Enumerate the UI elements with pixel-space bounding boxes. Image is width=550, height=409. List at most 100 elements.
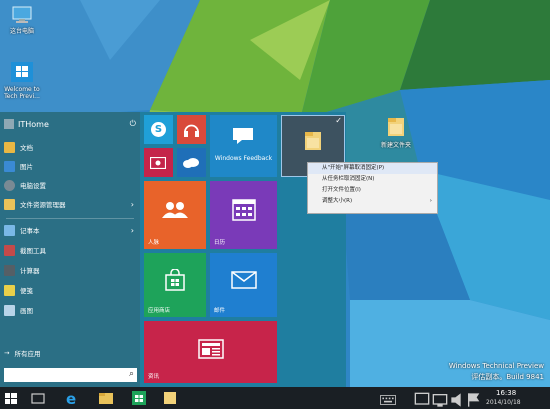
context-menu: 从"开始"屏幕取消固定(P) 从任务栏取消固定(N) 打开文件位置(I) 调整大…	[307, 162, 438, 214]
shopping-bag-icon	[165, 269, 185, 291]
pictures-icon	[4, 160, 15, 172]
watermark-build: 评估副本。Build 9841	[471, 373, 544, 381]
paint-icon	[4, 304, 15, 316]
tile-label: 邮件	[214, 308, 226, 314]
tile-label: 应用商店	[148, 308, 171, 314]
menu-item-resize[interactable]: 调整大小(R) ›	[308, 196, 437, 207]
tile-label: 日历	[214, 240, 226, 246]
start-item-label: 文件资源管理器	[20, 201, 66, 209]
folder-icon	[4, 198, 15, 210]
start-item-file-explorer[interactable]: 文件资源管理器 ›	[4, 196, 138, 212]
menu-item-open-file-location[interactable]: 打开文件位置(I)	[308, 185, 437, 196]
all-apps-button[interactable]: → 所有应用	[4, 348, 40, 358]
search-icon[interactable]: ⌕	[129, 369, 134, 379]
start-item-label: 便笺	[20, 287, 33, 295]
volume-icon[interactable]	[450, 392, 466, 408]
start-item-label: 图片	[20, 163, 33, 171]
keyboard-icon[interactable]	[380, 392, 396, 408]
news-icon	[198, 339, 224, 359]
desktop-icon-label: 新建文件夹	[380, 142, 411, 149]
tile-label: 人脉	[148, 240, 160, 246]
menu-item-unpin-start[interactable]: 从"开始"屏幕取消固定(P)	[308, 163, 437, 174]
notepad-icon	[4, 224, 15, 236]
task-view-icon[interactable]	[30, 390, 46, 406]
tile-windows-feedback[interactable]: Windows Feedback	[210, 115, 277, 177]
chevron-right-icon[interactable]: ›	[131, 226, 134, 235]
tile-label: Windows Feedback	[214, 155, 273, 162]
start-item-snipping-tool[interactable]: 截图工具	[4, 242, 138, 258]
svg-text:e: e	[66, 390, 76, 406]
desktop-icon-this-pc[interactable]: 这台电脑	[0, 6, 44, 35]
start-menu-left-pane: ITHome ⏻ 文档 图片 电脑设置 文件资源管理器 › 记事本 › 截图工具…	[0, 112, 140, 387]
start-item-pc-settings[interactable]: 电脑设置	[4, 177, 138, 193]
headphones-icon	[184, 124, 199, 137]
tile-mail[interactable]: 邮件	[210, 253, 277, 317]
clock-time[interactable]: 16:38	[496, 389, 516, 397]
tile-onedrive[interactable]	[177, 148, 206, 177]
start-item-calculator[interactable]: 计算器	[4, 262, 138, 278]
pinned-folder-icon[interactable]	[162, 390, 178, 406]
store-icon[interactable]	[131, 390, 147, 406]
tile-news[interactable]: 资讯	[144, 321, 277, 383]
flag-icon[interactable]	[466, 392, 482, 408]
start-item-notepad[interactable]: 记事本 ›	[4, 222, 138, 238]
video-icon	[150, 157, 166, 169]
network-icon[interactable]	[432, 392, 448, 408]
start-item-paint[interactable]: 画图	[4, 302, 138, 318]
clock-date[interactable]: 2014/10/18	[486, 399, 521, 406]
internet-explorer-icon[interactable]: e	[64, 390, 80, 406]
tile-calendar[interactable]: 日历	[210, 181, 277, 249]
start-item-pictures[interactable]: 图片	[4, 158, 138, 174]
arrow-right-icon: →	[4, 349, 10, 357]
divider	[6, 218, 134, 219]
action-center-icon[interactable]	[414, 392, 430, 408]
computer-icon	[12, 6, 32, 23]
desktop-icon-welcome[interactable]: Welcome to Tech Previ...	[0, 62, 44, 100]
documents-icon	[4, 141, 15, 153]
calendar-icon	[232, 199, 256, 221]
start-menu: ITHome ⏻ 文档 图片 电脑设置 文件资源管理器 › 记事本 › 截图工具…	[0, 112, 346, 387]
power-icon[interactable]: ⏻	[130, 119, 136, 129]
check-icon: ✓	[335, 116, 342, 125]
sticky-notes-icon	[4, 284, 15, 296]
user-header[interactable]: ITHome ⏻	[4, 117, 136, 131]
start-item-sticky-notes[interactable]: 便笺	[4, 282, 138, 298]
menu-item-label: 打开文件位置(I)	[322, 187, 361, 193]
mail-icon	[231, 271, 257, 289]
start-item-label: 记事本	[20, 227, 40, 235]
skype-icon: S	[151, 122, 166, 137]
tile-music[interactable]	[177, 115, 206, 144]
menu-item-label: 调整大小(R)	[322, 198, 353, 204]
snipping-icon	[4, 244, 15, 256]
start-item-label: 文档	[20, 144, 33, 152]
windows-logo-icon	[11, 62, 33, 82]
menu-item-label: 从"开始"屏幕取消固定(P)	[322, 165, 385, 171]
tile-skype[interactable]: S	[144, 115, 173, 144]
start-item-label: 截图工具	[20, 247, 46, 255]
menu-item-label: 从任务栏取消固定(N)	[322, 176, 375, 182]
start-item-label: 计算器	[20, 267, 40, 275]
user-name: ITHome	[18, 119, 49, 129]
start-button[interactable]	[3, 390, 19, 406]
search-input[interactable]: ⌕	[4, 368, 137, 382]
desktop-icon-label: Welcome to Tech Previ...	[4, 86, 40, 100]
tile-store[interactable]: 应用商店	[144, 253, 206, 317]
gear-icon	[4, 179, 15, 191]
folder-icon	[305, 132, 321, 150]
desktop-icon-new-folder[interactable]: 新建文件夹	[374, 116, 418, 149]
watermark-title: Windows Technical Preview	[448, 362, 544, 370]
file-explorer-icon[interactable]	[98, 390, 114, 406]
tile-people[interactable]: 人脉	[144, 181, 206, 249]
chevron-right-icon[interactable]: ›	[131, 200, 134, 209]
tile-label: 资讯	[148, 374, 160, 380]
folder-icon	[388, 118, 404, 136]
start-item-documents[interactable]: 文档	[4, 139, 138, 155]
start-item-label: 电脑设置	[20, 182, 46, 190]
menu-item-unpin-taskbar[interactable]: 从任务栏取消固定(N)	[308, 174, 437, 185]
desktop-icon-label: 这台电脑	[9, 28, 34, 35]
avatar	[4, 119, 14, 129]
start-item-label: 画图	[20, 307, 33, 315]
tile-video[interactable]	[144, 148, 173, 177]
calculator-icon	[4, 264, 15, 276]
people-icon	[162, 202, 188, 218]
